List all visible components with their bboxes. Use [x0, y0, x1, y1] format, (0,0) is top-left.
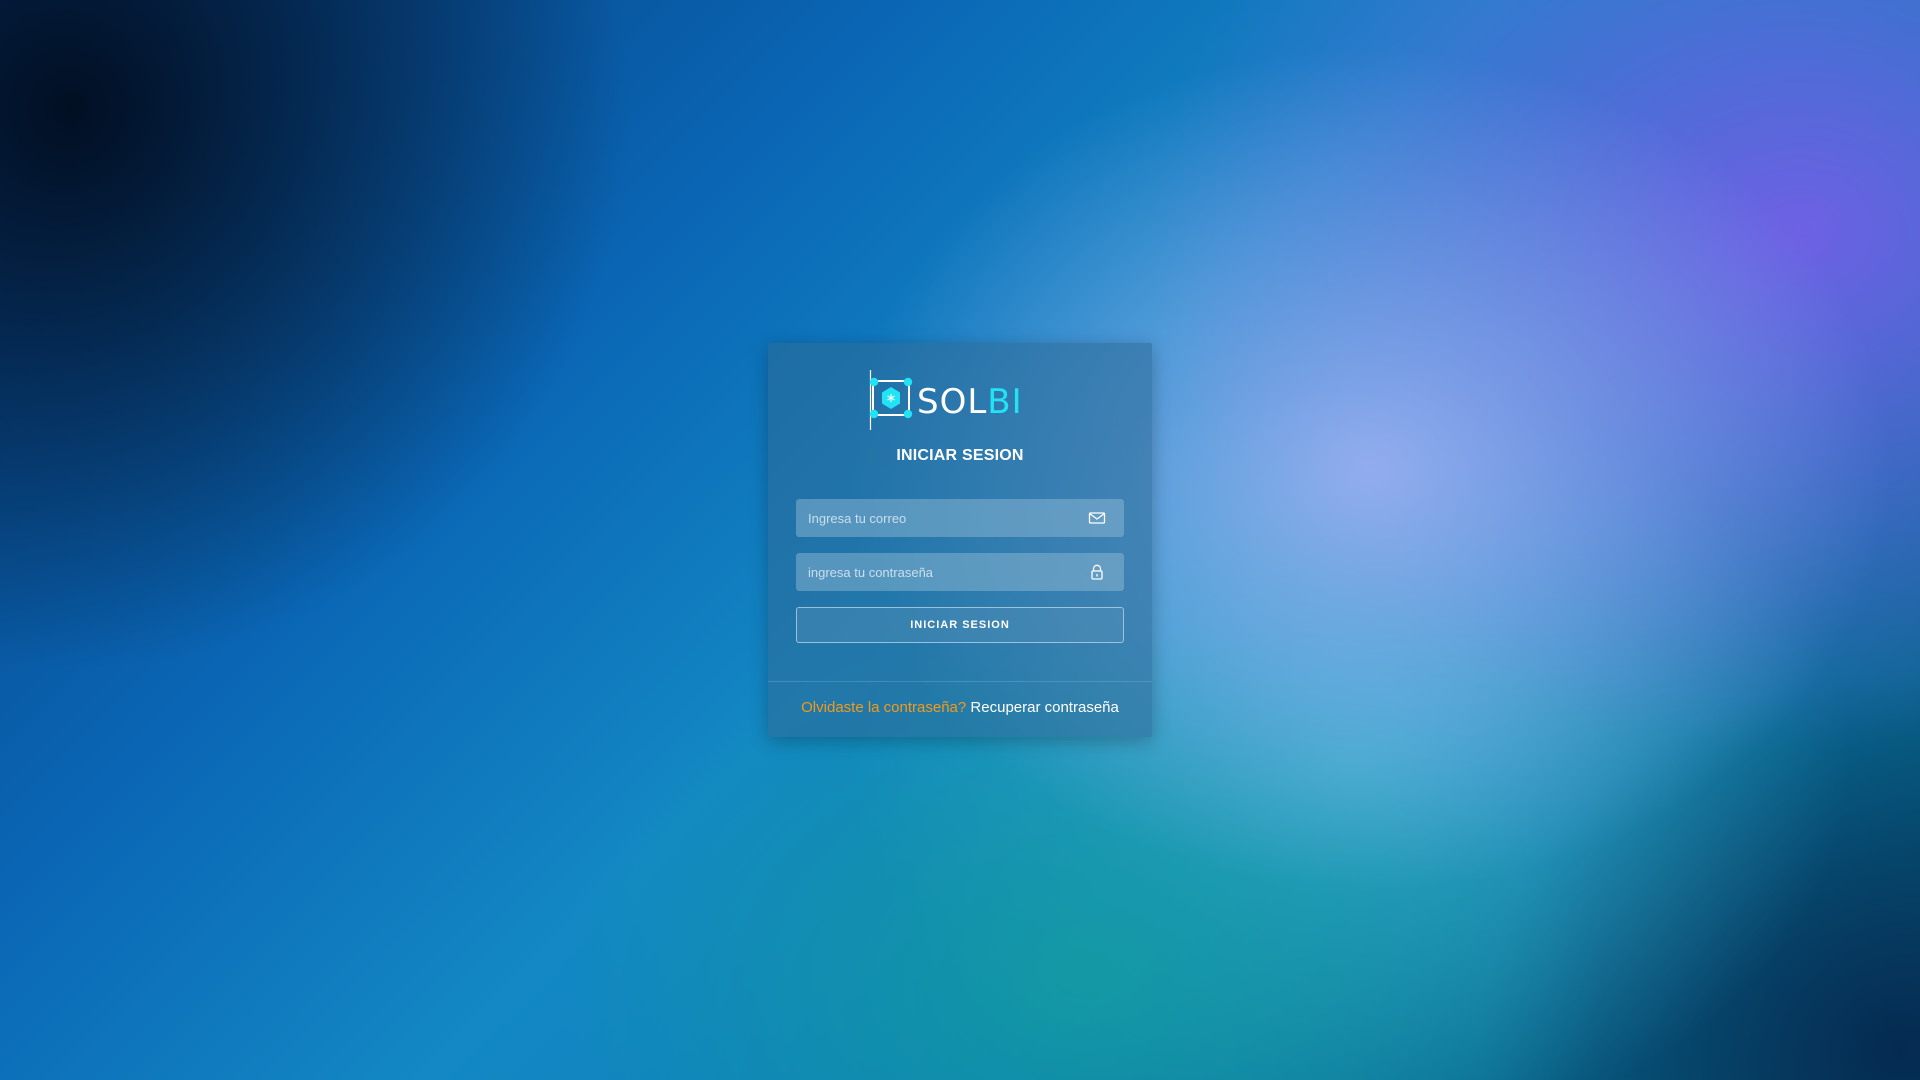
password-field — [796, 553, 1124, 591]
password-input[interactable] — [796, 553, 1124, 591]
brand-name-part1: SOL — [917, 382, 988, 422]
brand-logo: SOLBI — [869, 370, 1049, 432]
footer-divider — [768, 681, 1152, 682]
login-button[interactable]: INICIAR SESION — [796, 607, 1124, 643]
forgot-password-footer: Olvidaste la contraseña? Recuperar contr… — [768, 699, 1152, 716]
login-title: INICIAR SESION — [896, 447, 1024, 464]
email-field — [796, 499, 1124, 537]
recover-password-link[interactable]: Recuperar contraseña — [970, 699, 1118, 716]
login-page: { "brand": { "logo_icon": "hexagon-node-… — [0, 0, 1920, 1080]
brand-name-part2: BI — [987, 382, 1023, 422]
brand-name: SOLBI — [917, 382, 1023, 422]
hexagon-node-icon — [869, 370, 913, 430]
forgot-password-question: Olvidaste la contraseña? — [801, 699, 967, 716]
envelope-icon — [1088, 512, 1106, 524]
lock-icon — [1091, 564, 1103, 580]
email-input[interactable] — [796, 499, 1124, 537]
login-card: SOLBI INICIAR SESION INICIAR SESION Olvi… — [768, 343, 1152, 737]
